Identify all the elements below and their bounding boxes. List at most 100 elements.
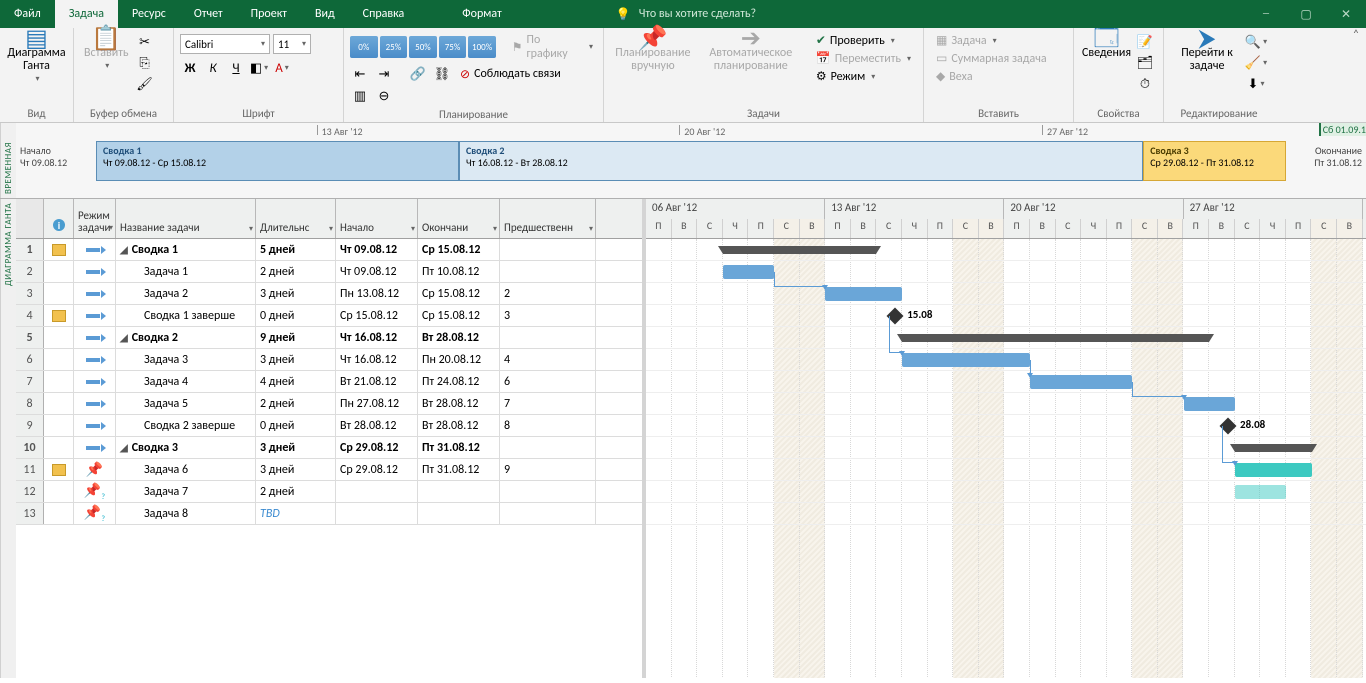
col-predecessors[interactable]: Предшественн▾ <box>500 199 596 238</box>
col-duration[interactable]: Длительнс▾ <box>256 199 336 238</box>
font-size-combo[interactable]: 11▾ <box>273 34 311 54</box>
details-icon[interactable]: 🗂 <box>1135 53 1155 73</box>
tab-format[interactable]: Формат <box>448 0 515 28</box>
cell-indicator[interactable] <box>44 371 74 392</box>
paste-button[interactable]: 📋 Вставить▾ <box>80 30 133 75</box>
cell-duration[interactable]: 3 дней <box>256 349 336 370</box>
cell-pred[interactable] <box>500 261 596 282</box>
collapse-icon[interactable]: ◢ <box>120 243 128 256</box>
cell-mode[interactable] <box>74 349 116 370</box>
cell-mode[interactable]: 📌? <box>74 481 116 502</box>
task-bar[interactable] <box>825 287 902 301</box>
font-color-button[interactable]: A▾ <box>272 58 292 78</box>
cell-duration[interactable]: 2 дней <box>256 481 336 502</box>
cell-name[interactable]: Задача 2 <box>116 283 256 304</box>
cell-name[interactable]: ◢Сводка 3 <box>116 437 256 458</box>
row-number[interactable]: 4 <box>16 305 44 326</box>
row-number[interactable]: 12 <box>16 481 44 502</box>
pct-0-button[interactable]: 0% <box>350 36 378 58</box>
cell-name[interactable]: Сводка 1 заверше <box>116 305 256 326</box>
cell-mode[interactable]: 📌? <box>74 503 116 524</box>
cell-name[interactable]: Задача 5 <box>116 393 256 414</box>
col-start[interactable]: Начало▾ <box>336 199 418 238</box>
cell-pred[interactable]: 4 <box>500 349 596 370</box>
cell-finish[interactable]: Пн 20.08.12 <box>418 349 500 370</box>
cell-finish[interactable]: Пт 10.08.12 <box>418 261 500 282</box>
table-row[interactable]: 13📌?Задача 8TBD <box>16 503 642 525</box>
cell-finish[interactable]: Ср 15.08.12 <box>418 283 500 304</box>
cell-duration[interactable]: 2 дней <box>256 393 336 414</box>
insert-milestone-button[interactable]: ◆Веха <box>932 68 1051 85</box>
cell-start[interactable] <box>336 481 418 502</box>
cell-indicator[interactable] <box>44 327 74 348</box>
add-to-timeline-icon[interactable]: ⏱ <box>1135 74 1155 94</box>
link-button[interactable]: 🔗 <box>408 64 428 84</box>
row-number[interactable]: 5 <box>16 327 44 348</box>
cell-pred[interactable] <box>500 503 596 524</box>
move-button[interactable]: 📅Переместить▾ <box>812 50 915 67</box>
cell-name[interactable]: Задача 6 <box>116 459 256 480</box>
cell-indicator[interactable] <box>44 349 74 370</box>
row-number[interactable]: 13 <box>16 503 44 524</box>
cell-indicator[interactable] <box>44 239 74 260</box>
cell-pred[interactable] <box>500 481 596 502</box>
cell-name[interactable]: Задача 4 <box>116 371 256 392</box>
inactivate-button[interactable]: ⊖ <box>374 86 394 106</box>
tab-view[interactable]: Вид <box>301 0 349 28</box>
collapse-ribbon-icon[interactable]: ˄ <box>1346 28 1366 42</box>
cell-start[interactable]: Вт 28.08.12 <box>336 415 418 436</box>
scroll-to-task-button[interactable]: ⮞ Перейти к задаче <box>1170 30 1244 75</box>
cell-mode[interactable] <box>74 239 116 260</box>
cell-mode[interactable] <box>74 305 116 326</box>
gantt-chart[interactable]: 06 Авг '1213 Авг '1220 Авг '1227 Авг '12… <box>646 199 1366 678</box>
cell-pred[interactable] <box>500 437 596 458</box>
cell-pred[interactable] <box>500 239 596 260</box>
cell-pred[interactable]: 6 <box>500 371 596 392</box>
table-row[interactable]: 7Задача 44 днейВт 21.08.12Пт 24.08.126 <box>16 371 642 393</box>
bold-button[interactable]: Ж <box>180 58 200 78</box>
col-select-all[interactable] <box>16 199 44 238</box>
col-finish[interactable]: Окончани▾ <box>418 199 500 238</box>
table-row[interactable]: 6Задача 33 днейЧт 16.08.12Пн 20.08.124 <box>16 349 642 371</box>
outdent-button[interactable]: ⇤ <box>350 64 370 84</box>
cell-start[interactable]: Чт 16.08.12 <box>336 327 418 348</box>
table-row[interactable]: 5◢Сводка 29 днейЧт 16.08.12Вт 28.08.12 <box>16 327 642 349</box>
cell-mode[interactable] <box>74 415 116 436</box>
cell-mode[interactable] <box>74 327 116 348</box>
cell-finish[interactable]: Вт 28.08.12 <box>418 393 500 414</box>
cell-indicator[interactable] <box>44 481 74 502</box>
cell-start[interactable]: Ср 29.08.12 <box>336 459 418 480</box>
cell-mode[interactable] <box>74 371 116 392</box>
mode-button[interactable]: ⚙Режим▾ <box>812 68 915 85</box>
indent-button[interactable]: ⇥ <box>374 64 394 84</box>
collapse-icon[interactable]: ◢ <box>120 331 128 344</box>
cell-duration[interactable]: 5 дней <box>256 239 336 260</box>
cell-finish[interactable]: Ср 15.08.12 <box>418 239 500 260</box>
fill-color-button[interactable]: ◧▾ <box>249 58 269 78</box>
cut-icon[interactable]: ✂ <box>135 32 155 52</box>
row-number[interactable]: 2 <box>16 261 44 282</box>
cell-finish[interactable]: Вт 28.08.12 <box>418 415 500 436</box>
cell-finish[interactable]: Пт 31.08.12 <box>418 459 500 480</box>
notes-icon[interactable]: 📝 <box>1135 32 1155 52</box>
row-number[interactable]: 3 <box>16 283 44 304</box>
cell-indicator[interactable] <box>44 459 74 480</box>
italic-button[interactable]: К <box>203 58 223 78</box>
cell-name[interactable]: Задача 1 <box>116 261 256 282</box>
cell-start[interactable]: Пн 13.08.12 <box>336 283 418 304</box>
cell-indicator[interactable] <box>44 415 74 436</box>
insert-summary-button[interactable]: ▭Суммарная задача <box>932 50 1051 67</box>
cell-pred[interactable]: 9 <box>500 459 596 480</box>
cell-indicator[interactable] <box>44 503 74 524</box>
table-row[interactable]: 9Сводка 2 заверше0 днейВт 28.08.12Вт 28.… <box>16 415 642 437</box>
minimize-icon[interactable]: ─ <box>1246 0 1286 28</box>
table-row[interactable]: 1◢Сводка 15 днейЧт 09.08.12Ср 15.08.12 <box>16 239 642 261</box>
cell-duration[interactable]: 3 дней <box>256 283 336 304</box>
cell-indicator[interactable] <box>44 261 74 282</box>
pct-100-button[interactable]: 100% <box>468 36 496 58</box>
cell-pred[interactable]: 8 <box>500 415 596 436</box>
cell-name[interactable]: Сводка 2 заверше <box>116 415 256 436</box>
col-name[interactable]: Название задачи▾ <box>116 199 256 238</box>
cell-indicator[interactable] <box>44 437 74 458</box>
cell-finish[interactable]: Пт 31.08.12 <box>418 437 500 458</box>
